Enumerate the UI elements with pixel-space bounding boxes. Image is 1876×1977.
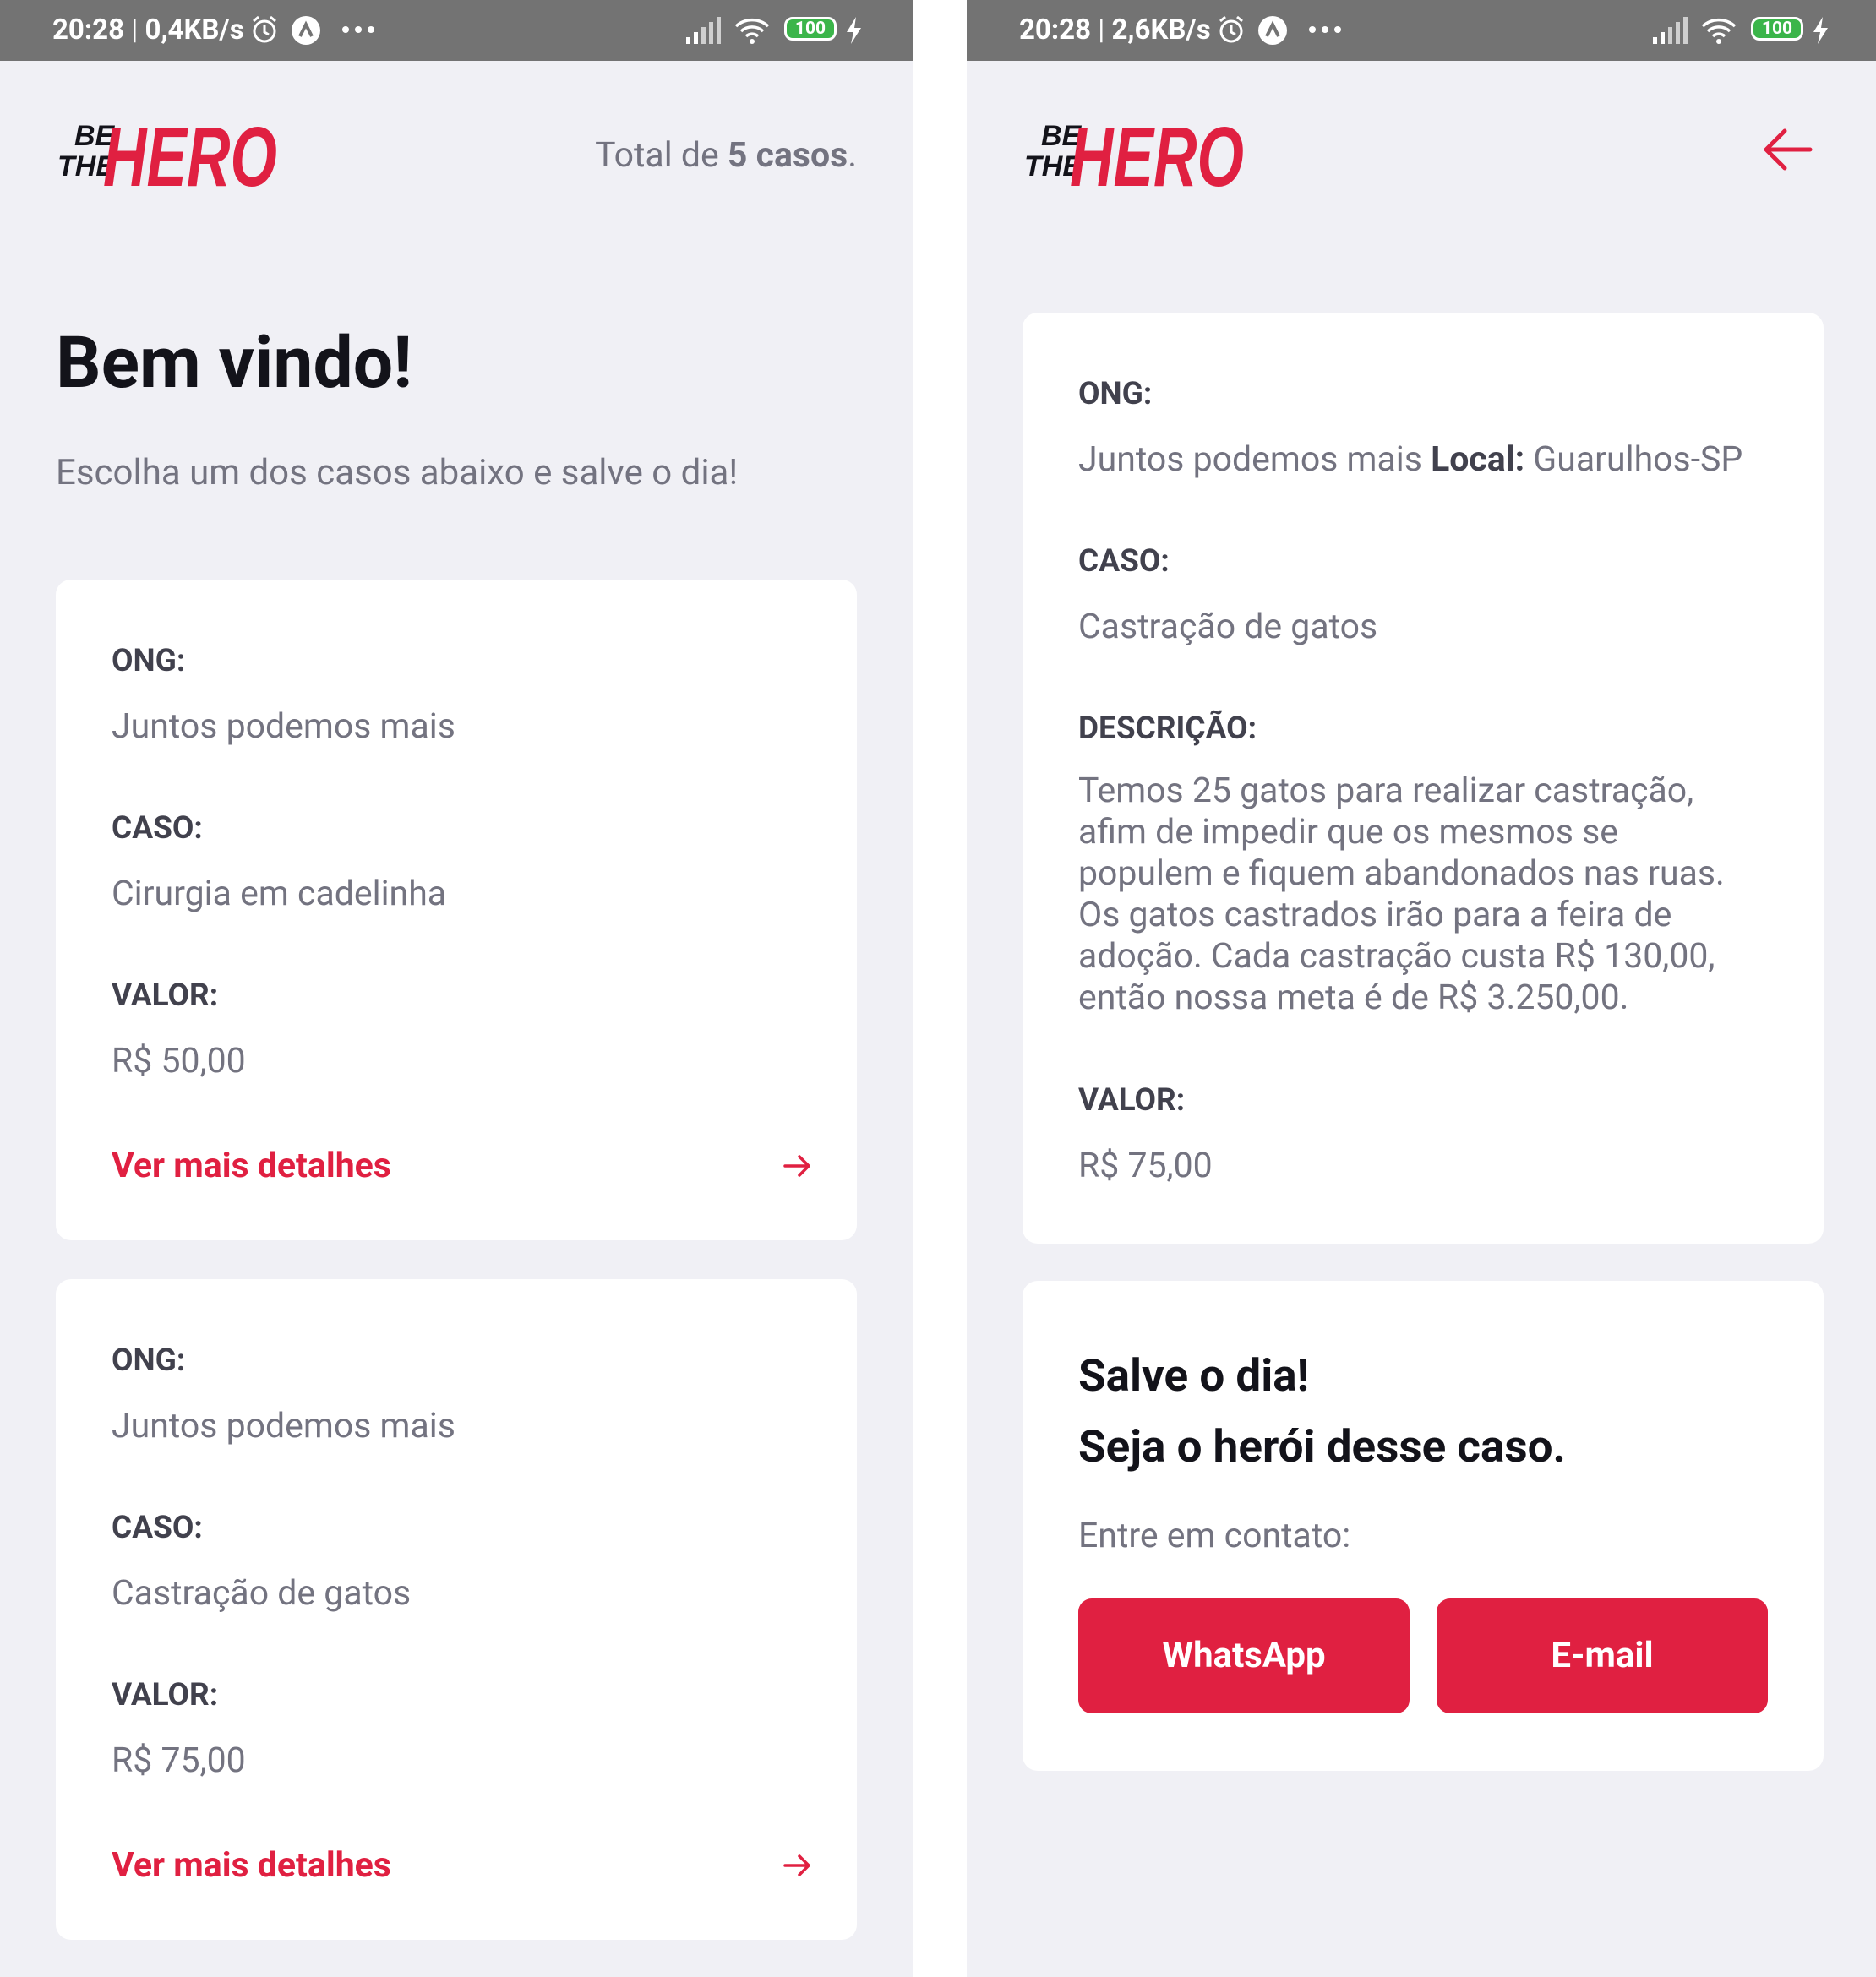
value-amount: R$ 75,00 — [112, 1740, 246, 1781]
ong-label: ONG: — [112, 1343, 186, 1379]
app-notification-icon — [292, 16, 320, 45]
battery-icon: 100 — [1751, 17, 1803, 41]
cases-list-screen: 20:28 | 0,4KB/s 100 BE THE HERO Total de… — [0, 0, 913, 1977]
be-the-hero-logo: BE THE HERO — [57, 110, 277, 203]
case-value: Castração de gatos — [112, 1573, 412, 1614]
wifi-icon — [734, 18, 770, 44]
status-bar: 20:28 | 0,4KB/s 100 — [0, 0, 913, 61]
total-cases-text: Total de 5 casos. — [595, 135, 857, 176]
charging-icon — [847, 17, 861, 44]
see-details-label: Ver mais detalhes — [112, 1146, 391, 1186]
value-label: VALOR: — [112, 1677, 219, 1713]
more-notifications-icon — [1309, 26, 1341, 33]
status-time-speed: 20:28 | 0,4KB/s — [52, 14, 244, 46]
ong-label: ONG: — [1078, 376, 1153, 412]
signal-icon — [686, 17, 721, 44]
case-detail-screen: 20:28 | 2,6KB/s 100 BE THE HERO ONG: Jun… — [967, 0, 1876, 1977]
page-title: Bem vindo! — [56, 321, 412, 405]
case-card: ONG: Juntos podemos mais CASO: Castração… — [56, 1279, 857, 1940]
see-details-button[interactable]: Ver mais detalhes — [112, 1142, 813, 1193]
signal-icon — [1653, 17, 1688, 44]
be-the-hero-logo: BE THE HERO — [1024, 110, 1244, 203]
value-amount: R$ 50,00 — [112, 1041, 246, 1081]
status-time-speed: 20:28 | 2,6KB/s — [1019, 14, 1211, 46]
value-label: VALOR: — [112, 978, 219, 1014]
app-notification-icon — [1258, 16, 1287, 45]
contact-card: Salve o dia! Seja o herói desse caso. En… — [1023, 1281, 1824, 1771]
page-subtitle: Escolha um dos casos abaixo e salve o di… — [56, 452, 739, 493]
charging-icon — [1813, 17, 1828, 44]
case-card: ONG: Juntos podemos mais CASO: Cirurgia … — [56, 580, 857, 1240]
svg-text:HERO: HERO — [1070, 110, 1244, 203]
case-label: CASO: — [1078, 543, 1170, 580]
see-details-button[interactable]: Ver mais detalhes — [112, 1842, 813, 1893]
ong-label: ONG: — [112, 643, 186, 679]
back-arrow-icon[interactable] — [1761, 127, 1813, 172]
svg-text:HERO: HERO — [103, 110, 277, 203]
more-notifications-icon — [342, 26, 374, 33]
ong-local-value: Juntos podemos mais Local: Guarulhos-SP — [1078, 439, 1743, 480]
case-label: CASO: — [112, 1510, 203, 1546]
value-label: VALOR: — [1078, 1082, 1186, 1119]
email-button[interactable]: E-mail — [1437, 1598, 1768, 1713]
case-value: Castração de gatos — [1078, 607, 1378, 647]
description-text: Temos 25 gatos para realizar castração, … — [1078, 771, 1725, 1018]
alarm-icon — [1219, 15, 1243, 43]
case-label: CASO: — [112, 810, 203, 847]
arrow-right-icon — [783, 1854, 810, 1876]
contact-title: Salve o dia! — [1078, 1349, 1309, 1402]
wifi-icon — [1701, 18, 1737, 44]
whatsapp-button[interactable]: WhatsApp — [1078, 1598, 1410, 1713]
status-bar: 20:28 | 2,6KB/s 100 — [967, 0, 1876, 61]
case-detail-card: ONG: Juntos podemos mais Local: Guarulho… — [1023, 313, 1824, 1244]
see-details-label: Ver mais detalhes — [112, 1845, 391, 1886]
description-label: DESCRIÇÃO: — [1078, 711, 1257, 747]
alarm-icon — [253, 15, 276, 43]
value-amount: R$ 75,00 — [1078, 1146, 1213, 1186]
case-value: Cirurgia em cadelinha — [112, 874, 447, 914]
ong-value: Juntos podemos mais — [112, 1406, 455, 1446]
contact-subtitle: Seja o herói desse caso. — [1078, 1420, 1566, 1473]
battery-icon: 100 — [784, 17, 837, 41]
arrow-right-icon — [783, 1155, 810, 1177]
contact-prompt: Entre em contato: — [1078, 1516, 1351, 1556]
ong-value: Juntos podemos mais — [112, 706, 455, 747]
